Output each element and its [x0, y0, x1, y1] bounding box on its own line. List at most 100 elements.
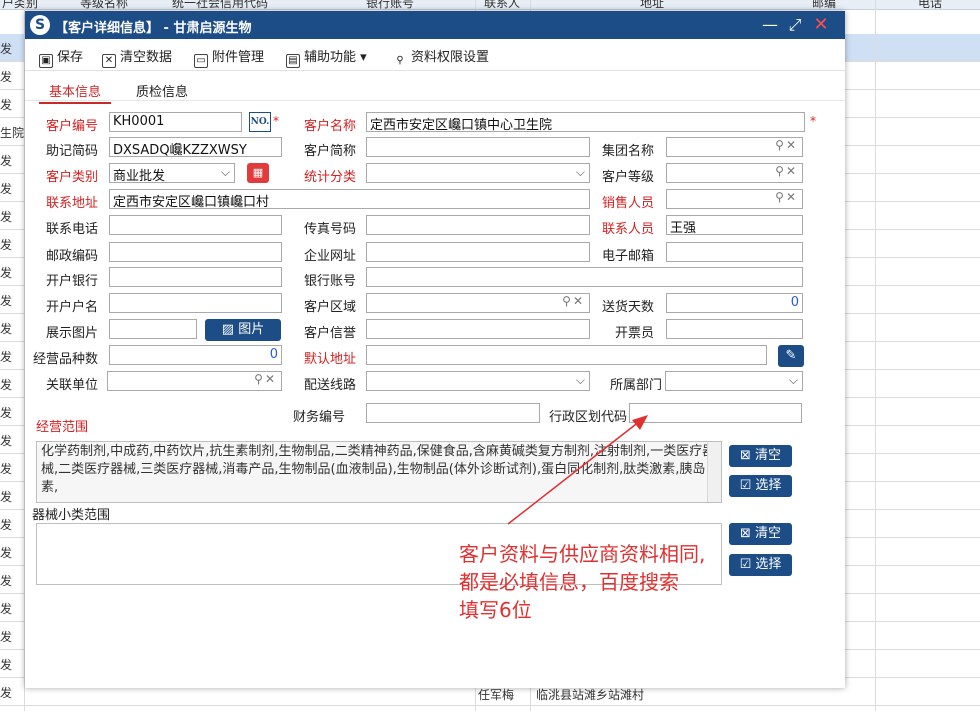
- postcode-input[interactable]: [109, 242, 282, 262]
- bank-label: 开户银行: [46, 274, 99, 289]
- delivery-route-select[interactable]: ⌵: [366, 371, 590, 391]
- save-button[interactable]: ▣ 保存: [39, 46, 84, 68]
- edit-address-button[interactable]: ✎: [778, 345, 804, 367]
- email-input[interactable]: [666, 242, 803, 262]
- bg-header-cell: 邮编: [812, 0, 837, 10]
- close-button[interactable]: ✕: [811, 15, 831, 35]
- image-button[interactable]: ▨ 图片: [205, 319, 281, 341]
- clear-data-button[interactable]: ✕ 清空数据: [102, 46, 172, 68]
- credit-label: 客户信誉: [304, 326, 357, 341]
- aux-function-button[interactable]: ▤ 辅助功能 ▾: [286, 46, 367, 68]
- region-label: 客户区域: [304, 300, 357, 315]
- business-scope-clear-button[interactable]: ⊠ 清空: [729, 445, 792, 467]
- customer-type-value: 商业批发: [113, 169, 166, 183]
- contact-person-input[interactable]: 王强: [666, 215, 803, 235]
- related-unit-input[interactable]: ⚲✕: [107, 371, 282, 391]
- region-input[interactable]: ⚲✕: [366, 293, 590, 313]
- customer-name-input[interactable]: 定西市安定区巉口镇中心卫生院: [366, 112, 805, 132]
- website-label: 企业网址: [304, 249, 357, 264]
- finance-code-input[interactable]: [366, 403, 540, 423]
- bg-row-type-cell: 发: [0, 210, 13, 224]
- clear-box-icon: ⊠: [739, 448, 755, 463]
- business-scope-textarea[interactable]: 化学药制剂,中成药,中药饮片,抗生素制剂,生物制品,二类精神药品,保健食品,含麻…: [36, 441, 722, 503]
- contact-address-input[interactable]: 定西市安定区巉口镇巉口村: [109, 189, 590, 209]
- device-scope-choose-button[interactable]: ☑ 选择: [729, 554, 792, 576]
- mnemonic-input[interactable]: DXSADQ巉KZZXWSY: [109, 137, 282, 157]
- tab-bar: 基本信息 质检信息: [25, 79, 845, 104]
- default-address-label: 默认地址: [304, 352, 357, 367]
- business-scope-choose-button[interactable]: ☑ 选择: [729, 475, 792, 497]
- bg-table-row[interactable]: 发: [0, 706, 980, 711]
- sales-person-label: 销售人员: [602, 196, 655, 211]
- bank-input[interactable]: [109, 267, 282, 287]
- bg-row-type-cell: 发: [0, 322, 13, 336]
- customer-code-input[interactable]: KH0001: [109, 112, 242, 132]
- bg-row-type-cell: 发: [0, 518, 13, 532]
- business-scope-scrollbar[interactable]: [707, 442, 721, 502]
- search-clear-icon[interactable]: ⚲✕: [254, 372, 277, 386]
- stat-category-select[interactable]: ⌵: [366, 163, 590, 183]
- delivery-route-label: 配送线路: [304, 378, 357, 393]
- business-scope-choose-label: 选择: [755, 478, 782, 493]
- bg-row-type-cell: 发: [0, 350, 13, 364]
- account-name-input[interactable]: [109, 293, 282, 313]
- stat-category-label: 统计分类: [304, 170, 357, 185]
- bg-row-type-cell: 发: [0, 434, 13, 448]
- sales-person-input[interactable]: ⚲✕: [666, 189, 803, 209]
- short-name-label: 客户简称: [304, 144, 357, 159]
- chevron-down-icon: ⌵: [575, 165, 585, 179]
- chevron-down-icon: ⌵: [220, 165, 230, 179]
- display-image-label: 展示图片: [46, 326, 99, 341]
- group-name-input[interactable]: ⚲✕: [666, 137, 803, 157]
- bank-account-input[interactable]: [366, 267, 803, 287]
- device-scope-clear-button[interactable]: ⊠ 清空: [729, 523, 792, 545]
- phone-label: 联系电话: [46, 222, 99, 237]
- department-label: 所属部门: [610, 378, 663, 393]
- invoicer-input[interactable]: [666, 319, 803, 339]
- phone-input[interactable]: [109, 215, 282, 235]
- save-label: 保存: [57, 50, 84, 65]
- tab-basic-info[interactable]: 基本信息: [39, 81, 112, 104]
- display-image-input[interactable]: [109, 319, 197, 339]
- bg-contact-cell: 任军梅: [478, 688, 515, 702]
- dialog-titlebar[interactable]: S 【客户详细信息】 - 甘肃启源生物 — ⤢ ✕: [25, 11, 845, 39]
- check-box-icon: ☑: [739, 557, 756, 572]
- contact-person-label: 联系人员: [602, 222, 655, 237]
- email-label: 电子邮箱: [602, 249, 655, 264]
- permission-setting-button[interactable]: ⚲ 资料权限设置: [393, 46, 489, 66]
- search-clear-icon[interactable]: ⚲✕: [775, 164, 798, 178]
- postcode-label: 邮政编码: [46, 249, 99, 264]
- short-name-input[interactable]: [366, 137, 590, 157]
- delivery-days-input[interactable]: 0: [666, 293, 803, 313]
- bg-row-type-cell: 发: [0, 98, 13, 112]
- customer-type-select[interactable]: 商业批发 ⌵: [109, 163, 235, 183]
- auto-number-button[interactable]: NO.: [249, 112, 271, 132]
- key-icon: ⚲: [396, 55, 404, 66]
- minimize-button[interactable]: —: [760, 15, 780, 35]
- website-input[interactable]: [366, 242, 590, 262]
- product-count-input[interactable]: 0: [109, 345, 282, 365]
- fax-input[interactable]: [366, 215, 590, 235]
- image-icon: ▨: [221, 322, 239, 337]
- customer-level-input[interactable]: ⚲✕: [666, 163, 803, 183]
- chevron-down-icon: ⌵: [575, 373, 585, 387]
- maximize-button[interactable]: ⤢: [785, 15, 805, 35]
- customer-name-label: 客户名称: [304, 119, 357, 134]
- tab-quality-info[interactable]: 质检信息: [136, 81, 188, 100]
- customer-type-manage-button[interactable]: ▦: [247, 163, 269, 183]
- bg-row-type-cell: 发: [0, 294, 13, 308]
- group-name-label: 集团名称: [602, 144, 655, 159]
- device-scope-label: 器械小类范围: [32, 508, 111, 523]
- default-address-input[interactable]: [366, 345, 767, 365]
- admin-code-input[interactable]: [629, 403, 802, 423]
- search-clear-icon[interactable]: ⚲✕: [775, 190, 798, 204]
- bank-account-label: 银行账号: [304, 274, 357, 289]
- business-scope-text: 化学药制剂,中成药,中药饮片,抗生素制剂,生物制品,二类精神药品,保健食品,含麻…: [41, 444, 716, 495]
- search-clear-icon[interactable]: ⚲✕: [775, 138, 798, 152]
- credit-input[interactable]: [366, 319, 590, 339]
- department-select[interactable]: ⌵: [665, 371, 803, 391]
- clear-box-icon: ⊠: [739, 526, 755, 541]
- attachment-button[interactable]: ▭ 附件管理: [194, 46, 264, 68]
- search-clear-icon[interactable]: ⚲✕: [562, 294, 585, 308]
- bg-row-type-cell: 发: [0, 630, 13, 644]
